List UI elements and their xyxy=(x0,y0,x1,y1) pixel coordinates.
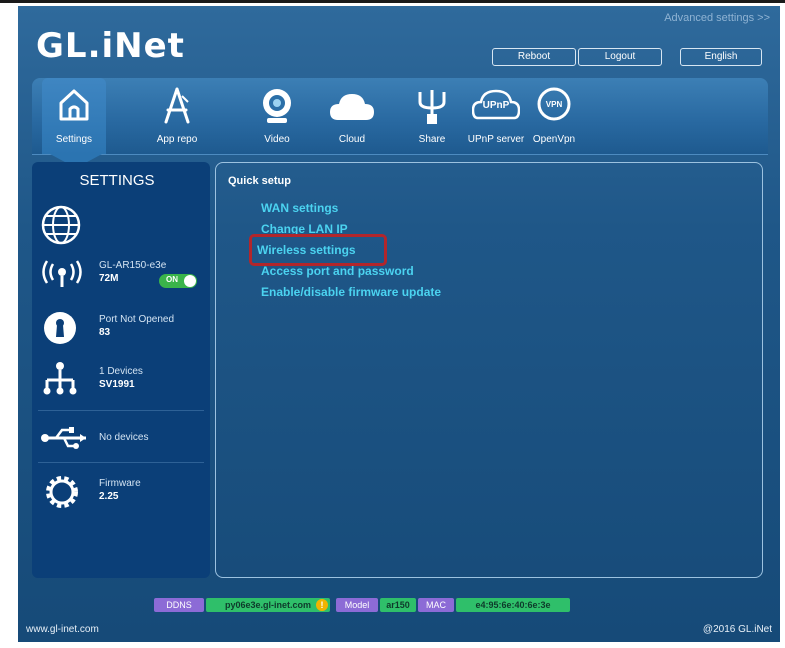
mac-value: e4:95:6e:40:6e:3e xyxy=(456,598,570,612)
sidebar-title: SETTINGS xyxy=(79,172,155,189)
nav-cloud-label: Cloud xyxy=(338,134,366,145)
port-status: Port Not Opened xyxy=(99,314,175,325)
nav-settings[interactable]: Settings xyxy=(42,78,106,154)
usb-share-icon xyxy=(418,90,446,124)
copyright-text: @2016 GL.iNet xyxy=(702,624,772,635)
nav-share-label: Share xyxy=(418,134,446,145)
toggle-knob xyxy=(184,275,196,287)
nav-app-repo[interactable]: App repo xyxy=(142,78,212,154)
warning-icon[interactable]: ! xyxy=(316,599,328,611)
sidebar-divider xyxy=(38,462,204,463)
globe-icon xyxy=(41,205,81,245)
sidebar-port[interactable]: Port Not Opened 83 xyxy=(32,308,210,348)
network-clients-icon xyxy=(43,362,77,395)
wan-settings-link[interactable]: WAN settings xyxy=(261,201,338,215)
clients-count: 1 Devices xyxy=(99,366,143,377)
sidebar-firmware[interactable]: Firmware 2.25 xyxy=(32,472,210,516)
quick-setup-title: Quick setup xyxy=(228,175,291,187)
sidebar-clients[interactable]: 1 Devices SV1991 xyxy=(32,358,210,398)
gear-icon xyxy=(46,476,78,508)
nav-cloud[interactable]: Cloud xyxy=(322,78,382,154)
keyhole-icon xyxy=(44,312,76,344)
wifi-toggle[interactable]: ON xyxy=(159,274,197,288)
top-border xyxy=(0,0,785,3)
firmware-version: 2.25 xyxy=(99,491,119,502)
sidebar-internet[interactable] xyxy=(32,200,210,250)
app-store-icon xyxy=(164,87,190,124)
access-port-password-link[interactable]: Access port and password xyxy=(261,264,414,278)
firmware-update-link[interactable]: Enable/disable firmware update xyxy=(261,285,441,299)
cloud-icon xyxy=(330,94,374,120)
wifi-speed: 72M xyxy=(99,273,119,284)
main-nav-bar: Settings App repo Video Cloud Share UPnP… xyxy=(32,78,768,155)
firmware-label: Firmware xyxy=(99,478,141,489)
logout-button[interactable]: Logout xyxy=(578,48,662,66)
nav-upnp-server[interactable]: UPnP UPnP server xyxy=(460,78,532,154)
gl-inet-logo: GL.iNet xyxy=(36,26,185,66)
nav-video[interactable]: Video xyxy=(252,78,302,154)
language-button[interactable]: English xyxy=(680,48,762,66)
advanced-settings-link[interactable]: Advanced settings >> xyxy=(664,12,770,24)
wifi-toggle-state: ON xyxy=(166,275,178,284)
sidebar-usb[interactable]: No devices xyxy=(32,420,210,456)
nav-share[interactable]: Share xyxy=(412,78,452,154)
nav-app-repo-label: App repo xyxy=(156,134,198,145)
ddns-label: DDNS xyxy=(154,598,204,612)
wifi-ssid: GL-AR150-e3e xyxy=(99,260,167,271)
mac-label: MAC xyxy=(418,598,454,612)
webcam-icon xyxy=(263,89,291,123)
main-content-panel: Quick setup WAN settings Change LAN IP W… xyxy=(215,162,763,578)
nav-openvpn[interactable]: VPN OpenVpn xyxy=(525,78,583,154)
nav-upnp-label: UPnP server xyxy=(467,134,525,145)
website-link[interactable]: www.gl-inet.com xyxy=(26,624,99,635)
nav-video-label: Video xyxy=(264,134,290,145)
port-number: 83 xyxy=(99,327,111,338)
sidebar-wifi[interactable]: GL-AR150-e3e 72M ON xyxy=(32,258,210,298)
nav-openvpn-label: OpenVpn xyxy=(532,134,576,145)
screenshot-frame: Advanced settings >> GL.iNet Reboot Logo… xyxy=(0,0,785,648)
nav-settings-label: Settings xyxy=(55,134,93,145)
upnp-badge-text: UPnP xyxy=(482,100,510,111)
model-label: Model xyxy=(336,598,378,612)
model-value: ar150 xyxy=(380,598,416,612)
sidebar-divider xyxy=(38,410,204,411)
clients-name: SV1991 xyxy=(99,379,135,390)
wifi-signal-icon xyxy=(42,260,82,287)
usb-icon xyxy=(41,427,86,449)
ddns-value: py06e3e.gl-inet.com xyxy=(206,598,330,612)
home-icon xyxy=(59,89,89,121)
router-admin-page: Advanced settings >> GL.iNet Reboot Logo… xyxy=(18,6,780,642)
usb-status: No devices xyxy=(99,432,149,443)
highlight-box xyxy=(249,234,387,266)
vpn-badge-text: VPN xyxy=(545,100,563,109)
settings-sidebar: SETTINGS GL-AR150-e3e 72M ON Port Not Op… xyxy=(32,162,210,578)
reboot-button[interactable]: Reboot xyxy=(492,48,576,66)
